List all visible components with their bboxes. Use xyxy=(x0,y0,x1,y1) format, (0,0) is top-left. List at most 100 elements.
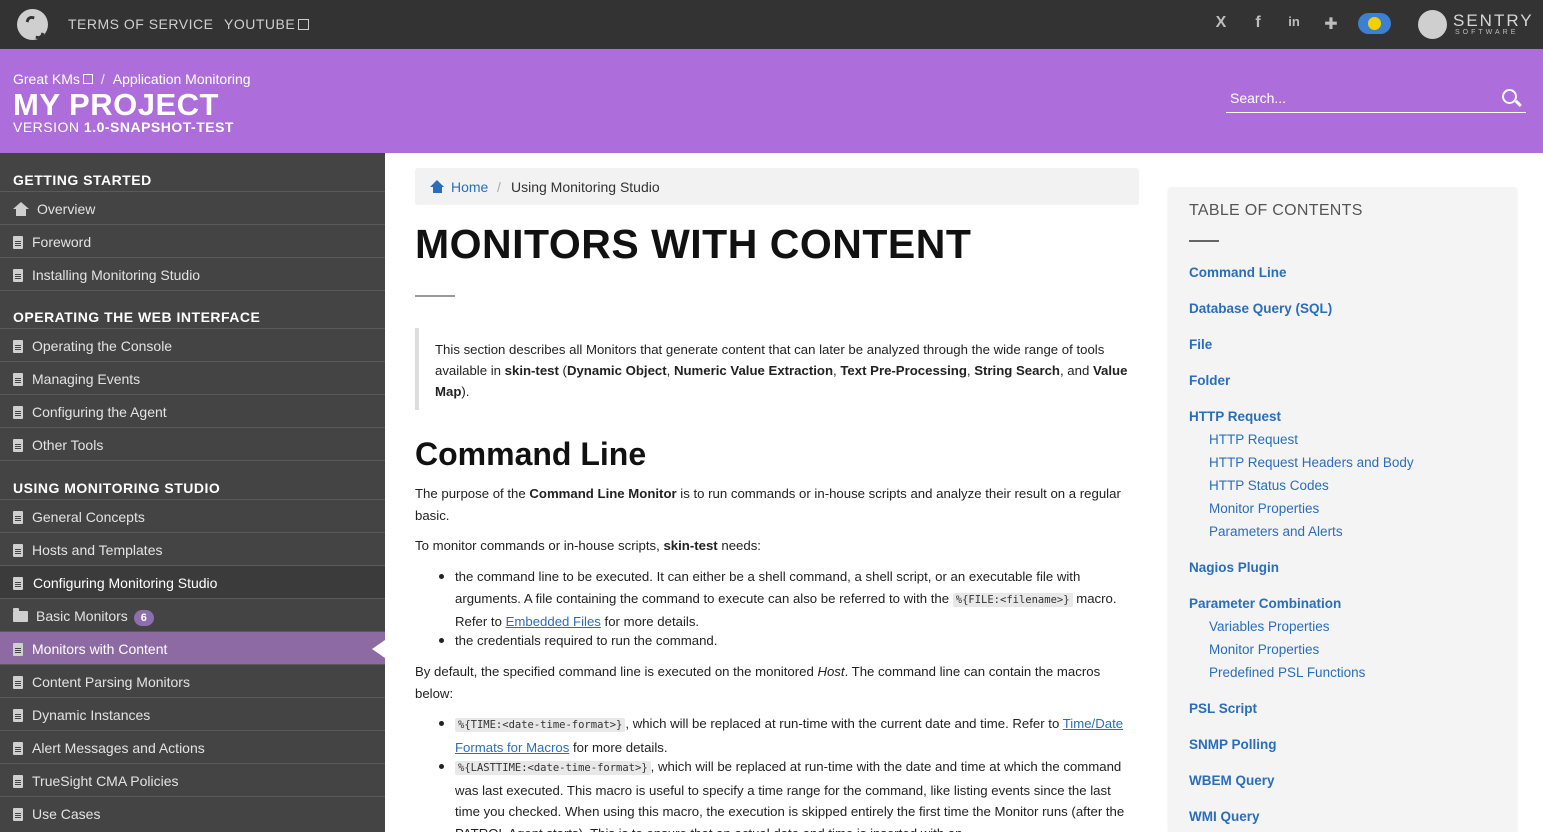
section-getting-started: GETTING STARTED xyxy=(13,172,152,188)
toc-sublink[interactable]: Variables Properties xyxy=(1209,619,1330,634)
sidebar-item-label: Operating the Console xyxy=(32,338,173,354)
sidebar-item-truesight-cma[interactable]: TrueSight CMA Policies xyxy=(0,763,385,796)
toc-link[interactable]: Folder xyxy=(1189,373,1230,388)
site-logo-icon[interactable] xyxy=(17,9,48,40)
external-link-icon xyxy=(82,74,93,84)
embedded-files-link[interactable]: Embedded Files xyxy=(506,614,601,629)
sidebar-item-label: Configuring the Agent xyxy=(32,404,167,420)
toc-link[interactable]: PSL Script xyxy=(1189,701,1257,716)
file-icon xyxy=(13,775,23,788)
sidebar-item-dynamic-instances[interactable]: Dynamic Instances xyxy=(0,697,385,730)
text: , which will be replaced at run-time wit… xyxy=(625,716,1063,731)
file-icon xyxy=(13,511,23,524)
toc-sublink[interactable]: HTTP Request xyxy=(1209,432,1298,447)
breadcrumb-home-link[interactable]: Home xyxy=(451,179,488,195)
crumb-great-kms[interactable]: Great KMs xyxy=(13,71,93,87)
text: for more details. xyxy=(569,739,668,755)
x-icon[interactable]: X xyxy=(1211,14,1231,32)
sidebar-item-monitors-with-content[interactable]: Monitors with Content xyxy=(0,631,385,664)
sidebar-item-label: Configuring Monitoring Studio xyxy=(33,575,218,591)
home-icon[interactable] xyxy=(430,180,445,193)
sidebar-item-label: Use Cases xyxy=(32,806,101,822)
text: for more details. xyxy=(600,614,700,629)
file-icon xyxy=(13,373,23,386)
facebook-icon[interactable]: f xyxy=(1248,14,1268,32)
toc-link[interactable]: Nagios Plugin xyxy=(1189,560,1279,575)
sidebar-item-operating-console[interactable]: Operating the Console xyxy=(0,328,385,361)
project-title: MY PROJECT xyxy=(13,87,219,122)
file-icon xyxy=(13,808,23,821)
project-header: Great KMs / Application Monitoring MY PROJ… xyxy=(0,49,1543,153)
title-divider xyxy=(415,295,455,297)
header-breadcrumb: Great KMs / Application Monitoring xyxy=(13,71,251,87)
intro-text: , and xyxy=(1059,363,1093,378)
file-icon xyxy=(13,709,23,722)
intro-bold: Numeric Value Extraction xyxy=(673,363,834,378)
external-link-icon xyxy=(298,19,310,30)
toc-link[interactable]: WMI Query xyxy=(1189,809,1260,824)
sentry-software-logo[interactable]: SENTRY SOFTWARE xyxy=(1418,10,1532,40)
toc-link[interactable]: SNMP Polling xyxy=(1189,737,1277,752)
toc-link[interactable]: WBEM Query xyxy=(1189,773,1275,788)
sidebar-item-configuring-agent[interactable]: Configuring the Agent xyxy=(0,394,385,427)
toc-sublink[interactable]: HTTP Status Codes xyxy=(1209,478,1329,493)
file-icon xyxy=(13,439,23,452)
toc-link[interactable]: Database Query (SQL) xyxy=(1189,301,1332,316)
linkedin-icon[interactable]: in xyxy=(1284,14,1304,29)
sidebar-item-label: TrueSight CMA Policies xyxy=(32,773,179,789)
toc-sublink[interactable]: HTTP Request Headers and Body xyxy=(1209,455,1414,470)
sidebar-item-label: Alert Messages and Actions xyxy=(32,740,205,756)
version-number: 1.0-SNAPSHOT-TEST xyxy=(83,119,234,135)
text: needs: xyxy=(717,538,761,553)
toc-sublink[interactable]: Monitor Properties xyxy=(1209,642,1319,657)
sidebar-item-other-tools[interactable]: Other Tools xyxy=(0,427,385,460)
sidebar-item-alert-messages[interactable]: Alert Messages and Actions xyxy=(0,730,385,763)
sidebar-item-label: Monitors with Content xyxy=(32,641,168,657)
terms-of-service-link[interactable]: TERMS OF SERVICE xyxy=(68,16,213,32)
search-icon[interactable] xyxy=(1502,89,1517,104)
text: The purpose of the xyxy=(415,486,530,501)
file-icon xyxy=(13,269,23,282)
intro-bold: Text Pre-Processing xyxy=(840,363,967,378)
toc-sublink[interactable]: Parameters and Alerts xyxy=(1209,524,1343,539)
sidebar-item-content-parsing[interactable]: Content Parsing Monitors xyxy=(0,664,385,697)
sidebar-item-label: General Concepts xyxy=(32,509,145,525)
sidebar-item-overview[interactable]: Overview xyxy=(0,191,385,224)
sidebar-item-hosts-templates[interactable]: Hosts and Templates xyxy=(0,532,385,565)
section-divider xyxy=(0,460,385,461)
intro-bold: String Search xyxy=(974,363,1060,378)
sidebar-item-basic-monitors[interactable]: Basic Monitors 6 xyxy=(0,598,385,631)
youtube-link-label: YOUTUBE xyxy=(224,16,296,32)
youtube-link[interactable]: YOUTUBE xyxy=(224,16,310,32)
crumb-application-monitoring[interactable]: Application Monitoring xyxy=(113,71,251,87)
paragraph-default: By default, the specified command line i… xyxy=(415,661,1139,704)
sidebar-item-configuring-monitoring-studio[interactable]: Configuring Monitoring Studio xyxy=(0,565,385,598)
toc-link[interactable]: Parameter Combination xyxy=(1189,596,1341,611)
count-badge: 6 xyxy=(133,610,154,626)
sidebar-item-managing-events[interactable]: Managing Events xyxy=(0,361,385,394)
sidebar-item-label: Overview xyxy=(37,201,96,217)
crumb-great-kms-label: Great KMs xyxy=(13,71,80,87)
search-input[interactable] xyxy=(1230,87,1490,109)
code-macro: %{FILE:<filename>} xyxy=(952,592,1073,607)
slack-icon[interactable]: ✚ xyxy=(1321,14,1341,34)
sidebar-item-label: Hosts and Templates xyxy=(32,542,163,558)
weather-badge-icon[interactable] xyxy=(1358,13,1391,34)
file-icon xyxy=(13,577,23,590)
sidebar-item-label: Dynamic Instances xyxy=(32,707,151,723)
section-divider xyxy=(0,290,385,291)
sidebar-item-installing[interactable]: Installing Monitoring Studio xyxy=(0,257,385,290)
sidebar-item-use-cases[interactable]: Use Cases xyxy=(0,796,385,829)
search-box xyxy=(1226,83,1526,113)
toc-link[interactable]: Command Line xyxy=(1189,265,1287,280)
sidebar-item-foreword[interactable]: Foreword xyxy=(0,224,385,257)
sidebar-item-general-concepts[interactable]: General Concepts xyxy=(0,499,385,532)
version-prefix: VERSION xyxy=(13,119,84,135)
sentry-logo-icon xyxy=(1418,10,1447,39)
toc-sublink[interactable]: Monitor Properties xyxy=(1209,501,1319,516)
toc-link[interactable]: HTTP Request xyxy=(1189,409,1281,424)
toc-sublink[interactable]: Predefined PSL Functions xyxy=(1209,665,1365,680)
toc-link[interactable]: File xyxy=(1189,337,1212,352)
sidebar-item-label: Basic Monitors xyxy=(36,608,128,624)
toc-divider xyxy=(1189,240,1219,242)
